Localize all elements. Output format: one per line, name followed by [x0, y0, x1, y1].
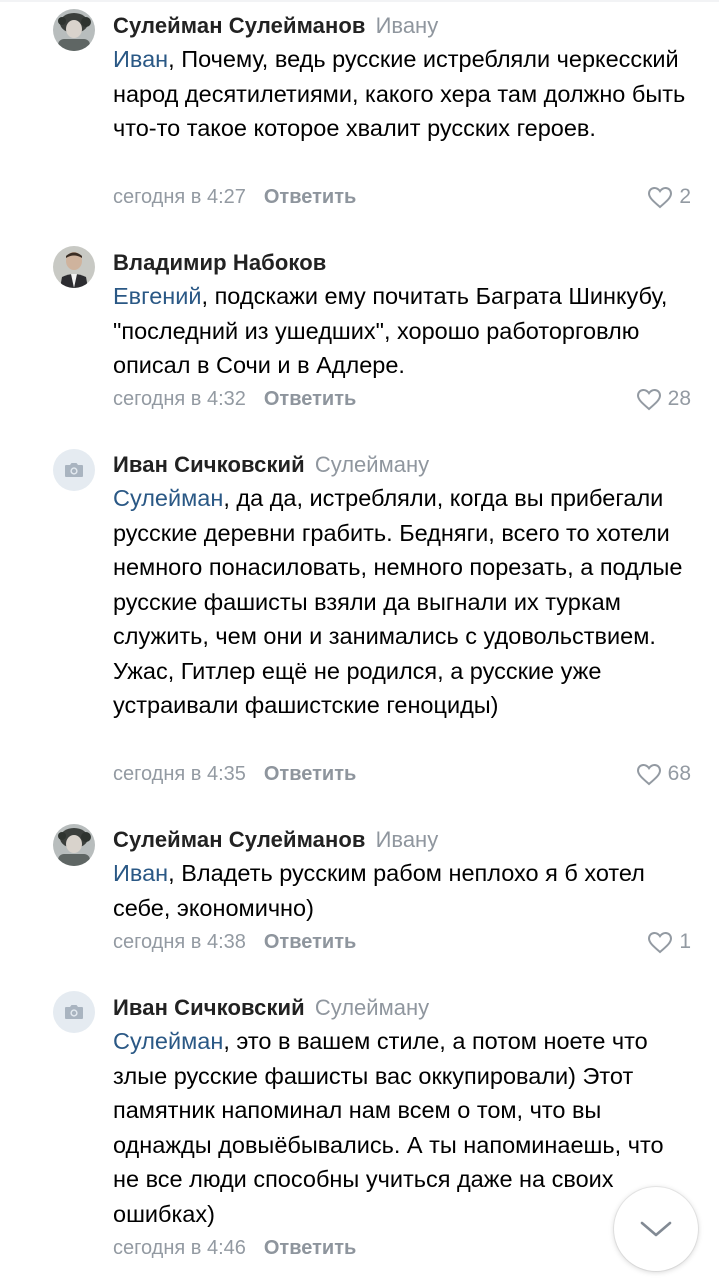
like-count: 68 — [667, 762, 691, 785]
comment-body: , Владеть русским рабом неплохо я б хоте… — [113, 860, 645, 921]
chevron-down-icon — [640, 1221, 672, 1237]
mention-link[interactable]: Сулейман — [113, 485, 223, 511]
heart-outline-icon — [636, 763, 661, 785]
like-count: 2 — [679, 185, 691, 208]
avatar[interactable] — [53, 824, 95, 866]
comment-header: Иван Сичковский Сулейману — [113, 450, 429, 480]
timestamp: сегодня в 4:27 — [113, 186, 246, 208]
like-count: 1 — [679, 930, 691, 953]
reply-button[interactable]: Ответить — [264, 931, 356, 953]
like-button[interactable]: 2 — [647, 183, 691, 211]
reply-button[interactable]: Ответить — [264, 763, 356, 785]
author-name[interactable]: Сулейман Сулейманов — [113, 827, 366, 852]
like-button[interactable]: 28 — [636, 385, 691, 413]
timestamp: сегодня в 4:32 — [113, 388, 246, 410]
heart-outline-icon — [636, 388, 661, 410]
top-divider — [0, 0, 719, 2]
comment-meta: сегодня в 4:46 Ответить — [113, 1234, 356, 1262]
comment-body: , это в вашем стиле, а потом ноете что з… — [113, 1028, 664, 1227]
mention-link[interactable]: Иван — [113, 46, 168, 72]
heart-outline-icon — [648, 186, 673, 208]
reply-button[interactable]: Ответить — [264, 186, 356, 208]
mention-link[interactable]: Евгений — [113, 283, 202, 309]
author-name[interactable]: Сулейман Сулейманов — [113, 13, 366, 38]
comment-header: Сулейман Сулейманов Ивану — [113, 11, 438, 41]
comment-meta: сегодня в 4:27 Ответить — [113, 183, 356, 211]
avatar[interactable] — [53, 449, 95, 491]
comment-body: , Почему, ведь русские истребляли черкес… — [113, 46, 686, 141]
comment-header: Сулейман Сулейманов Ивану — [113, 825, 438, 855]
reply-to-name[interactable]: Ивану — [376, 827, 439, 852]
author-name[interactable]: Иван Сичковский — [113, 995, 305, 1020]
mention-link[interactable]: Сулейман — [113, 1028, 223, 1054]
camera-icon — [65, 463, 83, 477]
comment-text: Сулейман, это в вашем стиле, а потом ное… — [113, 1024, 693, 1231]
avatar[interactable] — [53, 991, 95, 1033]
author-name[interactable]: Владимир Набоков — [113, 250, 326, 275]
avatar-photo — [53, 824, 95, 866]
timestamp: сегодня в 4:46 — [113, 1237, 246, 1259]
like-count: 28 — [667, 387, 691, 410]
like-button[interactable]: 1 — [647, 928, 691, 956]
avatar-photo — [53, 9, 95, 51]
reply-button[interactable]: Ответить — [264, 388, 356, 410]
comment-meta: сегодня в 4:38 Ответить — [113, 928, 356, 956]
avatar[interactable] — [53, 246, 95, 288]
comment-header: Иван Сичковский Сулейману — [113, 993, 429, 1023]
reply-to-name[interactable]: Сулейману — [315, 995, 429, 1020]
reply-button[interactable]: Ответить — [264, 1237, 356, 1259]
comment-body: , да да, истребляли, когда вы прибегали … — [113, 485, 683, 718]
heart-outline-icon — [648, 931, 673, 953]
scroll-down-button[interactable] — [614, 1187, 698, 1271]
reply-to-name[interactable]: Сулейману — [315, 452, 429, 477]
avatar-photo — [53, 246, 95, 288]
comment-text: Сулейман, да да, истребляли, когда вы пр… — [113, 481, 693, 723]
comment-header: Владимир Набоков — [113, 248, 326, 278]
avatar[interactable] — [53, 9, 95, 51]
camera-icon — [65, 1005, 83, 1019]
comment-meta: сегодня в 4:32 Ответить — [113, 385, 356, 413]
mention-link[interactable]: Иван — [113, 860, 168, 886]
comment-text: Иван, Почему, ведь русские истребляли че… — [113, 42, 693, 146]
comment-text: Евгений, подскажи ему почитать Баграта Ш… — [113, 279, 693, 383]
like-button[interactable]: 68 — [636, 760, 691, 788]
reply-to-name[interactable]: Ивану — [376, 13, 439, 38]
comment-text: Иван, Владеть русским рабом неплохо я б … — [113, 856, 693, 925]
author-name[interactable]: Иван Сичковский — [113, 452, 305, 477]
comment-meta: сегодня в 4:35 Ответить — [113, 760, 356, 788]
timestamp: сегодня в 4:38 — [113, 931, 246, 953]
timestamp: сегодня в 4:35 — [113, 763, 246, 785]
